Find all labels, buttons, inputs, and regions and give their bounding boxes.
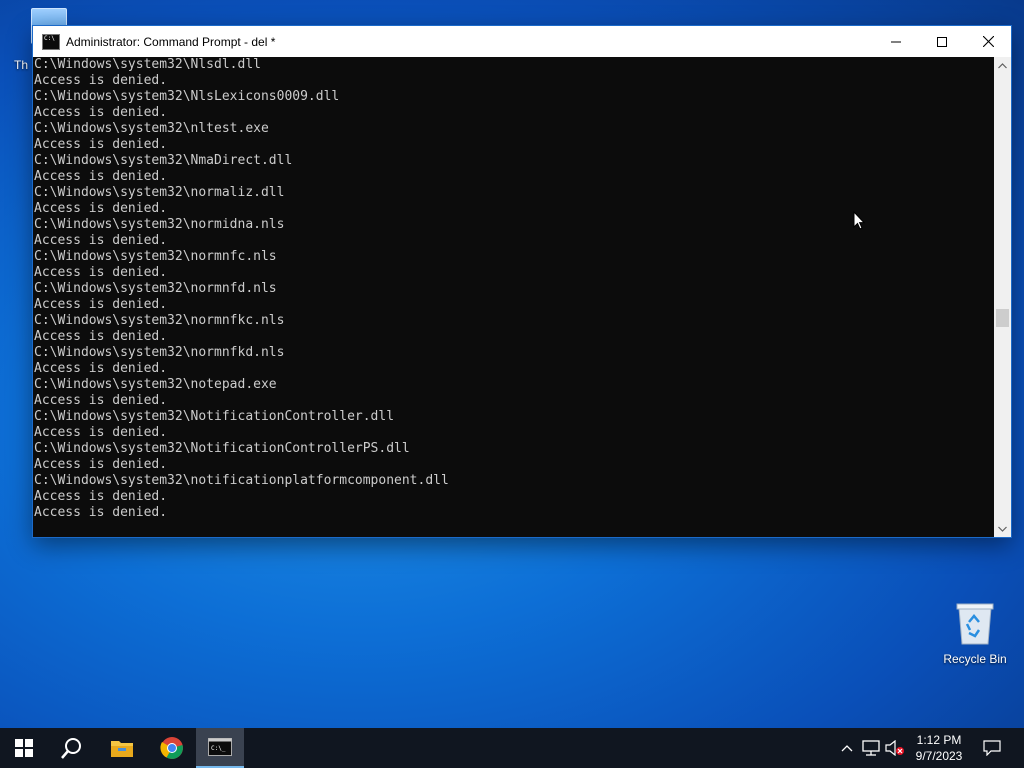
chevron-down-icon [998, 526, 1007, 532]
recycle-bin-icon [953, 600, 997, 646]
chevron-up-icon [998, 62, 1007, 68]
command-prompt-window[interactable]: Administrator: Command Prompt - del * C:… [33, 26, 1011, 537]
console-line: C:\Windows\system32\nltest.exe [34, 121, 269, 136]
start-button[interactable] [0, 728, 48, 768]
recycle-bin-label: Recycle Bin [943, 652, 1007, 666]
volume-muted-icon [885, 740, 904, 756]
chevron-up-icon [841, 745, 853, 752]
maximize-button[interactable] [919, 26, 965, 57]
console-line: C:\Windows\system32\NotificationControll… [34, 441, 410, 456]
console-line: C:\Windows\system32\NlsLexicons0009.dll [34, 89, 340, 104]
search-button[interactable] [48, 728, 96, 768]
console-line: Access is denied. [34, 201, 168, 216]
console-line: C:\Windows\system32\normnfkd.nls [34, 345, 285, 360]
svg-text:C:\_: C:\_ [211, 745, 226, 752]
file-explorer-button[interactable] [98, 728, 146, 768]
scroll-thumb[interactable] [996, 309, 1009, 327]
network-button[interactable] [861, 728, 881, 768]
console-line: C:\Windows\system32\notepad.exe [34, 377, 277, 392]
close-icon [982, 36, 994, 47]
console-output[interactable]: C:\Windows\system32\Nlsdl.dll Access is d… [33, 57, 995, 537]
console-line: C:\Windows\system32\Nlsdl.dll [34, 57, 261, 72]
console-line: Access is denied. [34, 329, 168, 344]
console-line: Access is denied. [34, 137, 168, 152]
console-line: C:\Windows\system32\notificationplatform… [34, 473, 449, 488]
console-line: C:\Windows\system32\NotificationControll… [34, 409, 395, 424]
console-line: C:\Windows\system32\NmaDirect.dll [34, 153, 293, 168]
console-line: Access is denied. [34, 505, 168, 520]
window-titlebar[interactable]: Administrator: Command Prompt - del * [33, 26, 1011, 57]
file-explorer-icon [111, 741, 133, 757]
console-line: Access is denied. [34, 169, 168, 184]
scroll-up-button[interactable] [994, 57, 1011, 74]
console-line: C:\Windows\system32\normidna.nls [34, 217, 285, 232]
console-line: Access is denied. [34, 233, 168, 248]
console-line: Access is denied. [34, 457, 168, 472]
show-hidden-icons-button[interactable] [838, 728, 856, 768]
chrome-icon [160, 737, 183, 759]
taskbar: C:\_ 1:12 PM 9/7/2023 [0, 728, 1024, 768]
console-line: Access is denied. [34, 361, 168, 376]
action-center-button[interactable] [976, 728, 1008, 768]
notification-icon [983, 740, 1001, 756]
command-prompt-app-icon[interactable] [42, 33, 60, 50]
network-icon [862, 740, 880, 756]
console-line: Access is denied. [34, 489, 168, 504]
console-line: Access is denied. [34, 73, 168, 88]
volume-button[interactable] [884, 728, 906, 768]
command-prompt-icon: C:\_ [208, 738, 232, 756]
console-line: Access is denied. [34, 425, 168, 440]
clock-time: 1:12 PM [916, 733, 962, 747]
console-line: Access is denied. [34, 265, 168, 280]
console-line: Access is denied. [34, 393, 168, 408]
minimize-button[interactable] [873, 26, 919, 57]
windows-start-icon [15, 739, 33, 757]
console-line: C:\Windows\system32\normnfd.nls [34, 281, 277, 296]
command-prompt-taskbar-button[interactable]: C:\_ [196, 728, 244, 768]
maximize-icon [937, 36, 947, 47]
clock-date: 9/7/2023 [915, 749, 963, 763]
close-button[interactable] [965, 26, 1011, 57]
mouse-pointer-icon [853, 210, 866, 235]
clock[interactable]: 1:12 PM 9/7/2023 [908, 728, 970, 768]
scroll-down-button[interactable] [994, 520, 1011, 537]
minimize-icon [891, 41, 901, 42]
window-title: Administrator: Command Prompt - del * [66, 34, 276, 49]
search-icon [61, 738, 81, 759]
chrome-button[interactable] [148, 728, 196, 768]
console-line: C:\Windows\system32\normnfc.nls [34, 249, 277, 264]
console-line: C:\Windows\system32\normnfkc.nls [34, 313, 285, 328]
console-line: Access is denied. [34, 105, 168, 120]
recycle-bin-desktop-icon[interactable]: Recycle Bin [940, 600, 1010, 666]
console-line: Access is denied. [34, 297, 168, 312]
console-line: C:\Windows\system32\normaliz.dll [34, 185, 285, 200]
vertical-scrollbar[interactable] [994, 57, 1011, 537]
